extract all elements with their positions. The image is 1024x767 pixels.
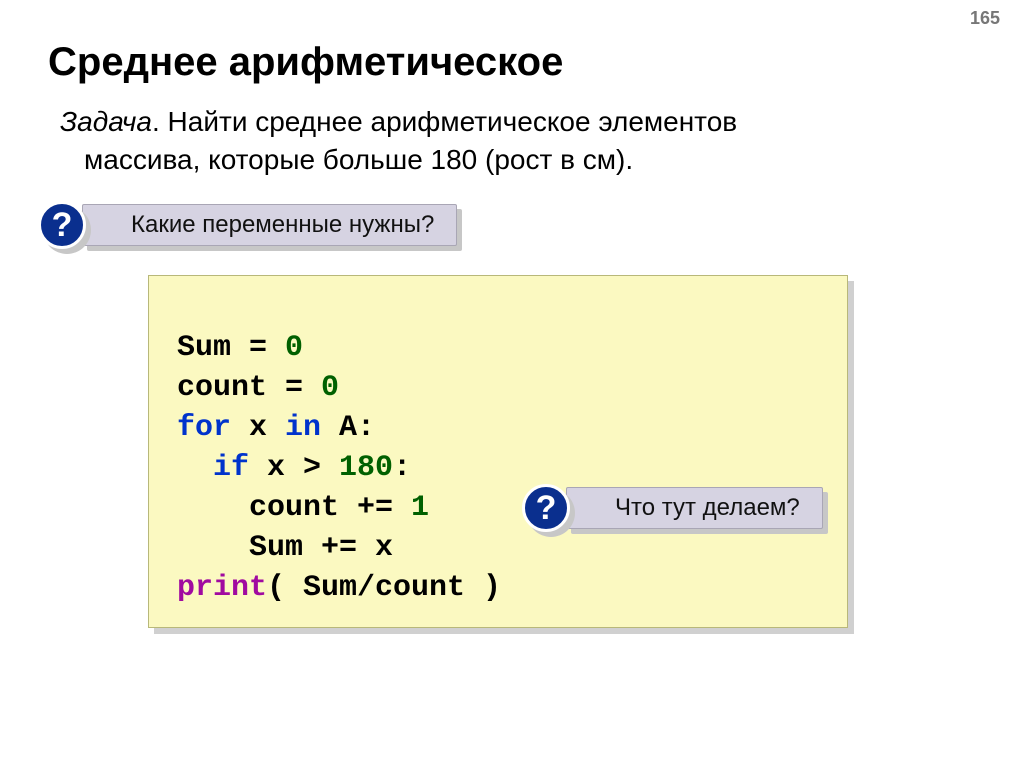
code-block: Sum = 0 count = 0 for x in A: if x > 180… xyxy=(148,275,848,628)
question-bubble: ? xyxy=(522,484,570,532)
code-line-1a: Sum = xyxy=(177,331,285,365)
code-line-3d: A: xyxy=(321,411,375,445)
code-line-6: Sum += x xyxy=(177,531,393,565)
code-line-4c: x > xyxy=(249,451,339,485)
question-mark-icon: ? xyxy=(38,201,86,249)
code-line-4e: : xyxy=(393,451,411,485)
code-line-7b: ( Sum/count ) xyxy=(267,571,501,605)
task-line-2: массива, которые больше 180 (рост в см). xyxy=(60,141,940,179)
code-line-2b: 0 xyxy=(321,371,339,405)
task-line-1: . Найти среднее арифметическое элементов xyxy=(152,106,737,137)
code-line-4d: 180 xyxy=(339,451,393,485)
code-line-4a xyxy=(177,451,213,485)
code-line-2a: count = xyxy=(177,371,321,405)
task-paragraph: Задача. Найти среднее арифметическое эле… xyxy=(60,103,940,179)
code-line-3b: x xyxy=(231,411,285,445)
code-line-3c: in xyxy=(285,411,321,445)
code-line-3a: for xyxy=(177,411,231,445)
question-bubble: ? xyxy=(38,201,86,249)
callout-text: Какие переменные нужны? xyxy=(82,204,457,246)
task-label: Задача xyxy=(60,106,152,137)
callout-variables: ? Какие переменные нужны? xyxy=(60,201,457,249)
question-mark-icon: ? xyxy=(522,484,570,532)
code-line-7a: print xyxy=(177,571,267,605)
page-number: 165 xyxy=(970,8,1000,29)
code-line-5b: 1 xyxy=(411,491,429,525)
code-line-4b: if xyxy=(213,451,249,485)
callout-explain: ? Что тут делаем? xyxy=(544,484,823,532)
code-line-1b: 0 xyxy=(285,331,303,365)
callout-text: Что тут делаем? xyxy=(566,487,823,529)
code-line-5a: count += xyxy=(177,491,411,525)
slide-title: Среднее арифметическое xyxy=(48,40,974,85)
